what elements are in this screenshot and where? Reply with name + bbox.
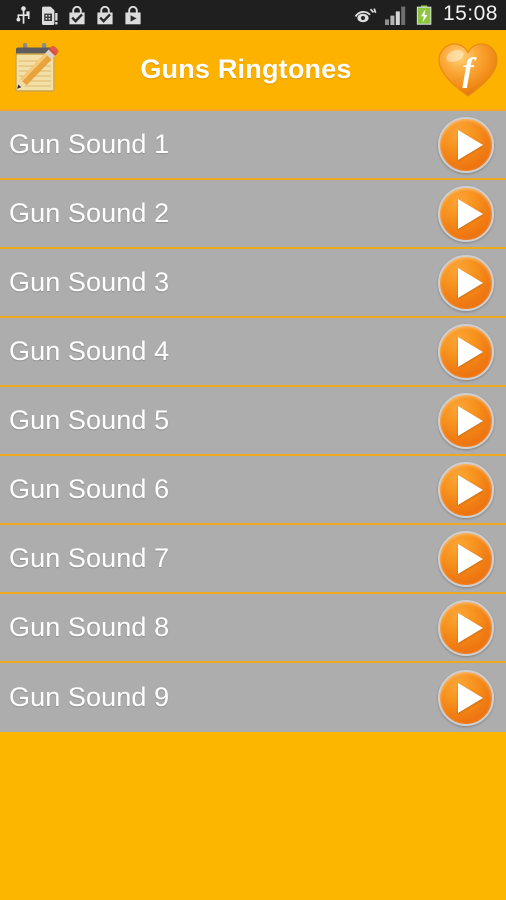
sound-name-label: Gun Sound 5	[9, 405, 170, 435]
play-button[interactable]	[438, 254, 494, 311]
list-item[interactable]: Gun Sound 1	[0, 111, 506, 180]
list-item[interactable]: Gun Sound 9	[0, 663, 506, 732]
sound-name-label: Gun Sound 1	[9, 129, 170, 159]
list-item[interactable]: Gun Sound 7	[0, 525, 506, 594]
play-button[interactable]	[438, 599, 494, 656]
battery-charging-icon	[416, 5, 433, 25]
sound-name-label: Gun Sound 2	[9, 198, 170, 228]
list-item[interactable]: Gun Sound 6	[0, 456, 506, 525]
play-store-icon	[124, 5, 142, 25]
bottom-filler-area	[0, 732, 506, 900]
app-installed-icon-1	[68, 5, 86, 25]
list-item[interactable]: Gun Sound 8	[0, 594, 506, 663]
play-icon	[457, 336, 483, 367]
play-icon	[457, 129, 483, 160]
play-button[interactable]	[438, 116, 494, 173]
page-title: Guns Ringtones	[140, 54, 352, 84]
status-bar: 15:08	[0, 0, 506, 30]
sound-name-label: Gun Sound 4	[9, 336, 170, 366]
title-bar: Guns Ringtones f	[0, 30, 506, 109]
app-installed-icon-2	[96, 5, 114, 25]
sound-name-label: Gun Sound 3	[9, 267, 170, 297]
play-button[interactable]	[438, 392, 494, 449]
list-item[interactable]: Gun Sound 3	[0, 249, 506, 318]
sound-name-label: Gun Sound 9	[9, 682, 170, 712]
sound-list[interactable]: Gun Sound 1 Gun Sound 2 Gun Sound 3 Gun Sou…	[0, 109, 506, 732]
sound-name-label: Gun Sound 6	[9, 474, 170, 504]
heart-f-logo-icon[interactable]: f	[430, 30, 506, 109]
list-item[interactable]: Gun Sound 4	[0, 318, 506, 387]
play-button[interactable]	[438, 669, 494, 726]
status-bar-right-icons: 15:08	[354, 2, 498, 28]
play-icon	[457, 405, 483, 436]
play-button[interactable]	[438, 323, 494, 380]
play-icon	[457, 682, 483, 713]
status-bar-left-icons	[16, 5, 142, 25]
sound-name-label: Gun Sound 8	[9, 612, 170, 642]
status-bar-clock: 15:08	[442, 2, 498, 25]
list-item[interactable]: Gun Sound 5	[0, 387, 506, 456]
play-icon	[457, 612, 483, 643]
play-icon	[457, 267, 483, 298]
signal-bars-icon	[384, 6, 408, 25]
play-icon	[457, 474, 483, 505]
play-button[interactable]	[438, 461, 494, 518]
smart-stay-eye-icon	[354, 7, 377, 23]
sound-name-label: Gun Sound 7	[9, 543, 170, 573]
play-button[interactable]	[438, 530, 494, 587]
play-icon	[457, 198, 483, 229]
play-button[interactable]	[438, 185, 494, 242]
list-item[interactable]: Gun Sound 2	[0, 180, 506, 249]
app-screen: 15:08 Guns Ringtones f Gun Sound 1 Gun S…	[0, 0, 506, 900]
sim-card-alert-icon	[41, 5, 58, 25]
play-icon	[457, 543, 483, 574]
usb-icon	[16, 5, 31, 25]
